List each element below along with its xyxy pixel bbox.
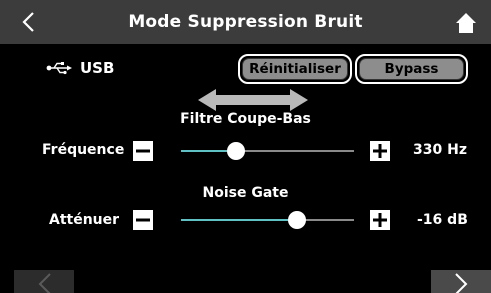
chevron-left-icon [22,12,34,32]
reset-button[interactable]: Réinitialiser [238,54,352,84]
low-cut-title: Filtre Coupe-Bas [180,111,311,127]
back-button[interactable] [18,10,42,34]
plus-icon [373,213,387,227]
next-page-button[interactable] [431,270,491,293]
frequency-value: 330 Hz [413,142,467,158]
usb-source-label: USB [80,59,115,77]
frequency-decrease-button[interactable] [133,141,153,161]
attenuate-slider-knob[interactable] [287,211,306,229]
attenuate-decrease-button[interactable] [133,210,153,230]
home-icon [456,13,476,33]
minus-icon [136,218,150,222]
frequency-increase-button[interactable] [370,141,390,161]
chevron-left-icon [38,273,51,293]
header-bar: Mode Suppression Bruit [0,0,491,44]
usb-icon [46,62,72,75]
frequency-slider[interactable] [181,141,354,161]
bypass-button-label: Bypass [359,58,464,80]
noise-gate-title: Noise Gate [202,185,289,201]
attenuate-label: Atténuer [49,212,120,228]
page-title: Mode Suppression Bruit [128,12,363,32]
attenuate-slider[interactable] [181,210,354,230]
attenuate-value: -16 dB [417,212,468,228]
attenuate-slider-fill [181,219,297,221]
attenuate-increase-button[interactable] [370,210,390,230]
double-arrow-icon [198,89,308,111]
frequency-slider-knob[interactable] [227,142,246,160]
noise-suppression-screen: Mode Suppression Bruit USB Réinitialiser… [0,0,491,293]
reset-button-label: Réinitialiser [242,58,348,80]
home-button[interactable] [455,12,477,34]
frequency-label: Fréquence [42,142,125,158]
previous-page-button[interactable] [14,270,74,293]
chevron-right-icon [455,273,468,293]
minus-icon [136,149,150,153]
plus-icon [373,144,387,158]
bypass-button[interactable]: Bypass [355,54,468,84]
